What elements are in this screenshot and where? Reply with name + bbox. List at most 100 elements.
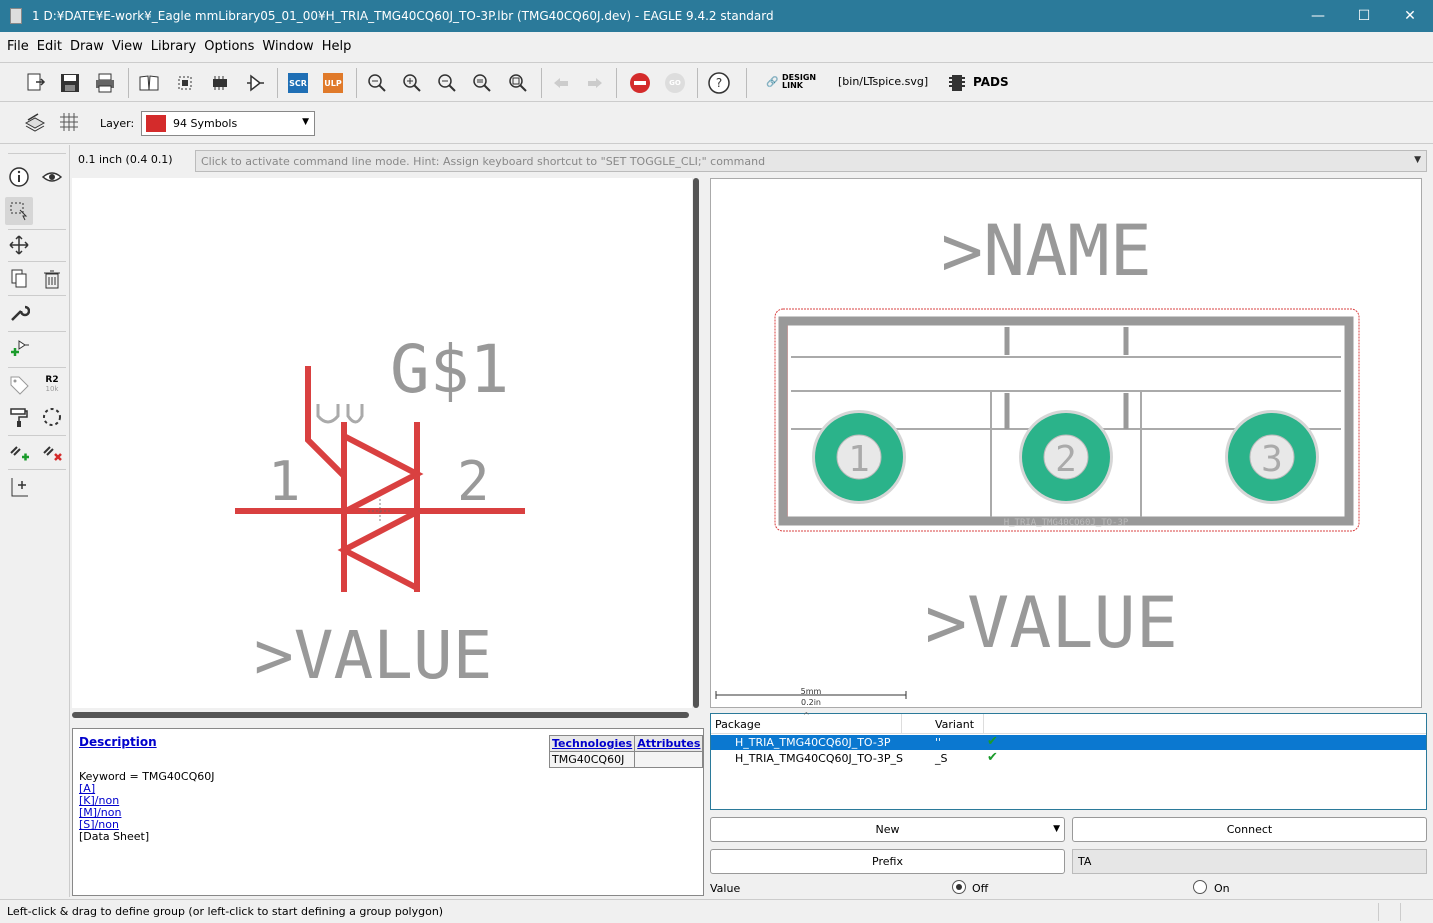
zoom-out-icon[interactable] [432,69,462,97]
package-row[interactable]: H_TRIA_TMG40CQ60J_TO-3P_S _S ✔ [711,750,1426,766]
package-list[interactable]: Package ^ Variant H_TRIA_TMG40CQ60J_TO-3… [710,711,1427,810]
design-link-button[interactable]: 🔗 DESIGN LINK [766,73,816,93]
grid-coordinate: 0.1 inch (0.4 0.1) [78,153,173,166]
prefix-value: TA [1078,855,1092,868]
check-icon: ✔ [987,734,998,749]
copy-icon[interactable] [5,265,33,293]
paint-roller-icon[interactable] [5,403,33,431]
layers-icon[interactable] [20,108,50,136]
tag-icon[interactable] [5,371,33,399]
zoom-redraw-icon[interactable] [467,69,497,97]
disconnect-icon[interactable] [38,437,66,465]
menu-window[interactable]: Window [258,39,317,54]
column-header-package[interactable]: Package [715,718,761,731]
move-icon[interactable] [5,231,33,259]
redo-icon[interactable] [580,69,610,97]
menu-help[interactable]: Help [318,39,356,54]
chevron-down-icon[interactable]: ▼ [1414,155,1421,165]
layer-color-swatch [146,115,166,132]
technologies-link[interactable]: Technologies [548,735,636,752]
zoom-select-icon[interactable] [503,69,533,97]
symbol-vertical-scrollbar[interactable] [693,178,699,708]
add-gate-icon[interactable] [5,335,33,363]
group-select-icon[interactable] [5,197,33,225]
toolbar-separator [746,68,747,98]
zoom-in-icon[interactable] [397,69,427,97]
library-book-icon[interactable] [134,69,164,97]
palette-separator [8,367,66,368]
symbol-canvas[interactable]: G$1 1 2 >VALUE [72,178,692,708]
menu-edit[interactable]: Edit [33,39,66,54]
pads-icon[interactable] [942,69,972,97]
maximize-button[interactable]: ☐ [1341,0,1387,32]
tool-palette: R2 10k [0,145,70,897]
column-header-variant[interactable]: Variant [935,718,974,731]
help-icon[interactable]: ? [704,69,734,97]
menu-library[interactable]: Library [147,39,200,54]
prefix-button[interactable]: Prefix [710,849,1065,874]
eye-icon[interactable] [38,163,66,191]
undo-icon[interactable] [546,69,576,97]
value-on-radio[interactable] [1193,880,1207,894]
pads-label[interactable]: PADS [973,75,1009,89]
ulp-path-button[interactable]: [bin/LTspice.svg] [838,75,928,88]
ulp-icon[interactable]: ULP [318,69,348,97]
menu-bar: File Edit Draw View Library Options Wind… [0,32,1433,60]
script-icon[interactable]: SCR [283,69,313,97]
title-bar: 1 D:¥DATE¥E-work¥_Eagle mmLibrary05_01_0… [0,0,1433,32]
layer-select[interactable]: 94 Symbols ▼ [141,111,315,136]
package-row-variant: '' [935,736,942,749]
new-package-button[interactable]: New ▼ [710,817,1065,842]
package-preview[interactable]: >NAME 1 2 3 H_TRIA_TMG40CQ60J_TO-3P >VAL… [710,178,1422,708]
symbol-drawing: G$1 1 2 >VALUE [235,331,525,694]
connect-add-icon[interactable] [5,437,33,465]
mark-origin-icon[interactable] [5,473,33,501]
layer-toolbar: Layer: 94 Symbols ▼ [0,102,1433,144]
delete-icon[interactable] [38,265,66,293]
command-line-input[interactable]: Click to activate command line mode. Hin… [195,150,1427,172]
grid-icon[interactable] [54,108,84,136]
symbol-value-label: >VALUE [254,617,492,694]
menu-options[interactable]: Options [200,39,258,54]
menu-draw[interactable]: Draw [66,39,108,54]
gate-pin-marker [316,404,364,424]
description-panel[interactable]: Description Technologies Attributes TMG4… [72,728,704,896]
package-icon[interactable] [205,69,235,97]
stop-icon[interactable] [625,69,655,97]
toolbar-separator [541,68,542,98]
window-title: 1 D:¥DATE¥E-work¥_Eagle mmLibrary05_01_0… [32,9,774,23]
main-toolbar: SCR ULP GO ? 🔗 DESIGN LINK [bin/LTspice.… [0,62,1433,102]
info-icon[interactable] [5,163,33,191]
package-row-name: H_TRIA_TMG40CQ60J_TO-3P_S [735,752,903,765]
save-icon[interactable] [55,69,85,97]
smash-icon[interactable] [38,403,66,431]
technology-value: TMG40CQ60J [548,751,636,768]
prefix-button-label: Prefix [872,855,903,868]
attributes-link[interactable]: Attributes [634,735,704,752]
connect-button-label: Connect [1226,823,1273,836]
package-row[interactable]: H_TRIA_TMG40CQ60J_TO-3P '' ✔ [711,734,1426,750]
toolbar-separator [277,68,278,98]
menu-view[interactable]: View [108,39,147,54]
device-icon[interactable] [170,69,200,97]
new-file-icon[interactable] [20,69,50,97]
symbol-horizontal-scrollbar[interactable] [72,712,689,718]
symbol-icon[interactable] [240,69,270,97]
technologies-table: Technologies Attributes TMG40CQ60J [548,735,704,768]
menu-file[interactable]: File [3,39,33,54]
name-value-icon[interactable]: R2 10k [38,371,66,399]
print-icon[interactable] [90,69,120,97]
palette-separator [8,295,66,296]
layer-selected-value: 94 Symbols [173,117,238,130]
prefix-field[interactable]: TA [1072,849,1427,874]
palette-separator [8,435,66,436]
go-icon[interactable]: GO [660,69,690,97]
connect-button[interactable]: Connect [1072,817,1427,842]
wrench-icon[interactable] [5,299,33,327]
value-off-radio[interactable] [952,880,966,894]
close-button[interactable]: ✕ [1387,0,1433,32]
description-link[interactable]: Description [79,735,157,749]
zoom-fit-icon[interactable] [362,69,392,97]
palette-separator [8,261,66,262]
minimize-button[interactable]: — [1295,0,1341,32]
